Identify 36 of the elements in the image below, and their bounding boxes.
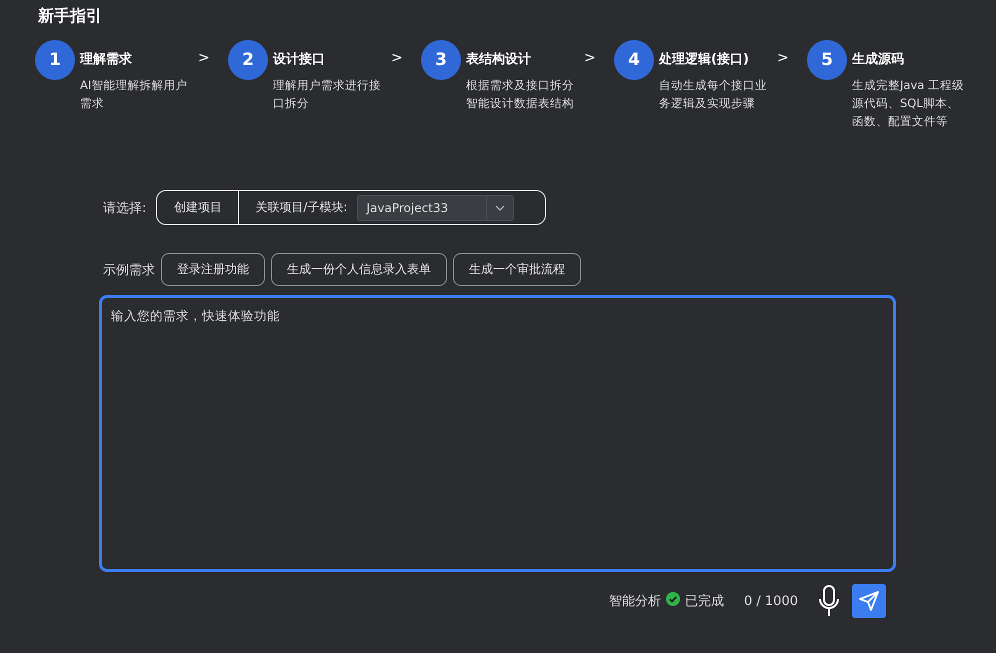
chevron: > bbox=[391, 50, 403, 66]
select-label: 请选择: bbox=[103, 200, 146, 216]
example-chip[interactable]: 生成一个审批流程 bbox=[453, 253, 581, 286]
chevron: > bbox=[584, 50, 596, 66]
chevron-down-icon bbox=[495, 204, 506, 210]
step-number: 2 bbox=[228, 40, 268, 80]
examples-label: 示例需求 bbox=[103, 262, 155, 278]
analysis-status: 已完成 bbox=[685, 593, 724, 610]
step-title: 设计接口 bbox=[273, 50, 326, 68]
requirement-input[interactable]: 输入您的需求，快速体验功能 bbox=[99, 295, 896, 572]
project-dropdown[interactable]: JavaProject33 bbox=[357, 194, 514, 220]
link-project-label: 关联项目/子模块: bbox=[255, 199, 348, 216]
step-description: 理解用户需求进行接口拆分 bbox=[273, 77, 382, 112]
step-number: 3 bbox=[421, 40, 461, 80]
step-description: 根据需求及接口拆分智能设计数据表结构 bbox=[466, 77, 575, 112]
step-number: 1 bbox=[35, 40, 75, 80]
send-button[interactable] bbox=[852, 584, 886, 618]
step-title: 表结构设计 bbox=[466, 51, 532, 68]
character-counter: 0 / 1000 bbox=[744, 594, 798, 608]
example-chip[interactable]: 生成一份个人信息录入表单 bbox=[271, 253, 447, 286]
example-chip[interactable]: 登录注册功能 bbox=[161, 253, 265, 286]
send-icon bbox=[858, 590, 880, 612]
analysis-label: 智能分析 bbox=[609, 593, 661, 610]
step-number: 5 bbox=[807, 40, 847, 80]
chevron: > bbox=[777, 50, 789, 66]
step-title: 理解需求 bbox=[80, 51, 133, 68]
step-title: 处理逻辑(接口) bbox=[659, 50, 750, 68]
step-title: 生成源码 bbox=[852, 51, 905, 68]
step-description: AI智能理解拆解用户需求 bbox=[80, 77, 188, 112]
microphone-icon[interactable] bbox=[818, 585, 840, 617]
page-title: 新手指引 bbox=[36, 5, 103, 27]
chevron: > bbox=[198, 50, 210, 66]
step-description: 生成完整Java 工程级源代码、SQL脚本、函数、配置文件等 bbox=[852, 77, 964, 130]
step-description: 自动生成每个接口业务逻辑及实现步骤 bbox=[659, 77, 768, 112]
step-number: 4 bbox=[614, 40, 654, 80]
create-project-button[interactable]: 创建项目 bbox=[157, 191, 240, 224]
